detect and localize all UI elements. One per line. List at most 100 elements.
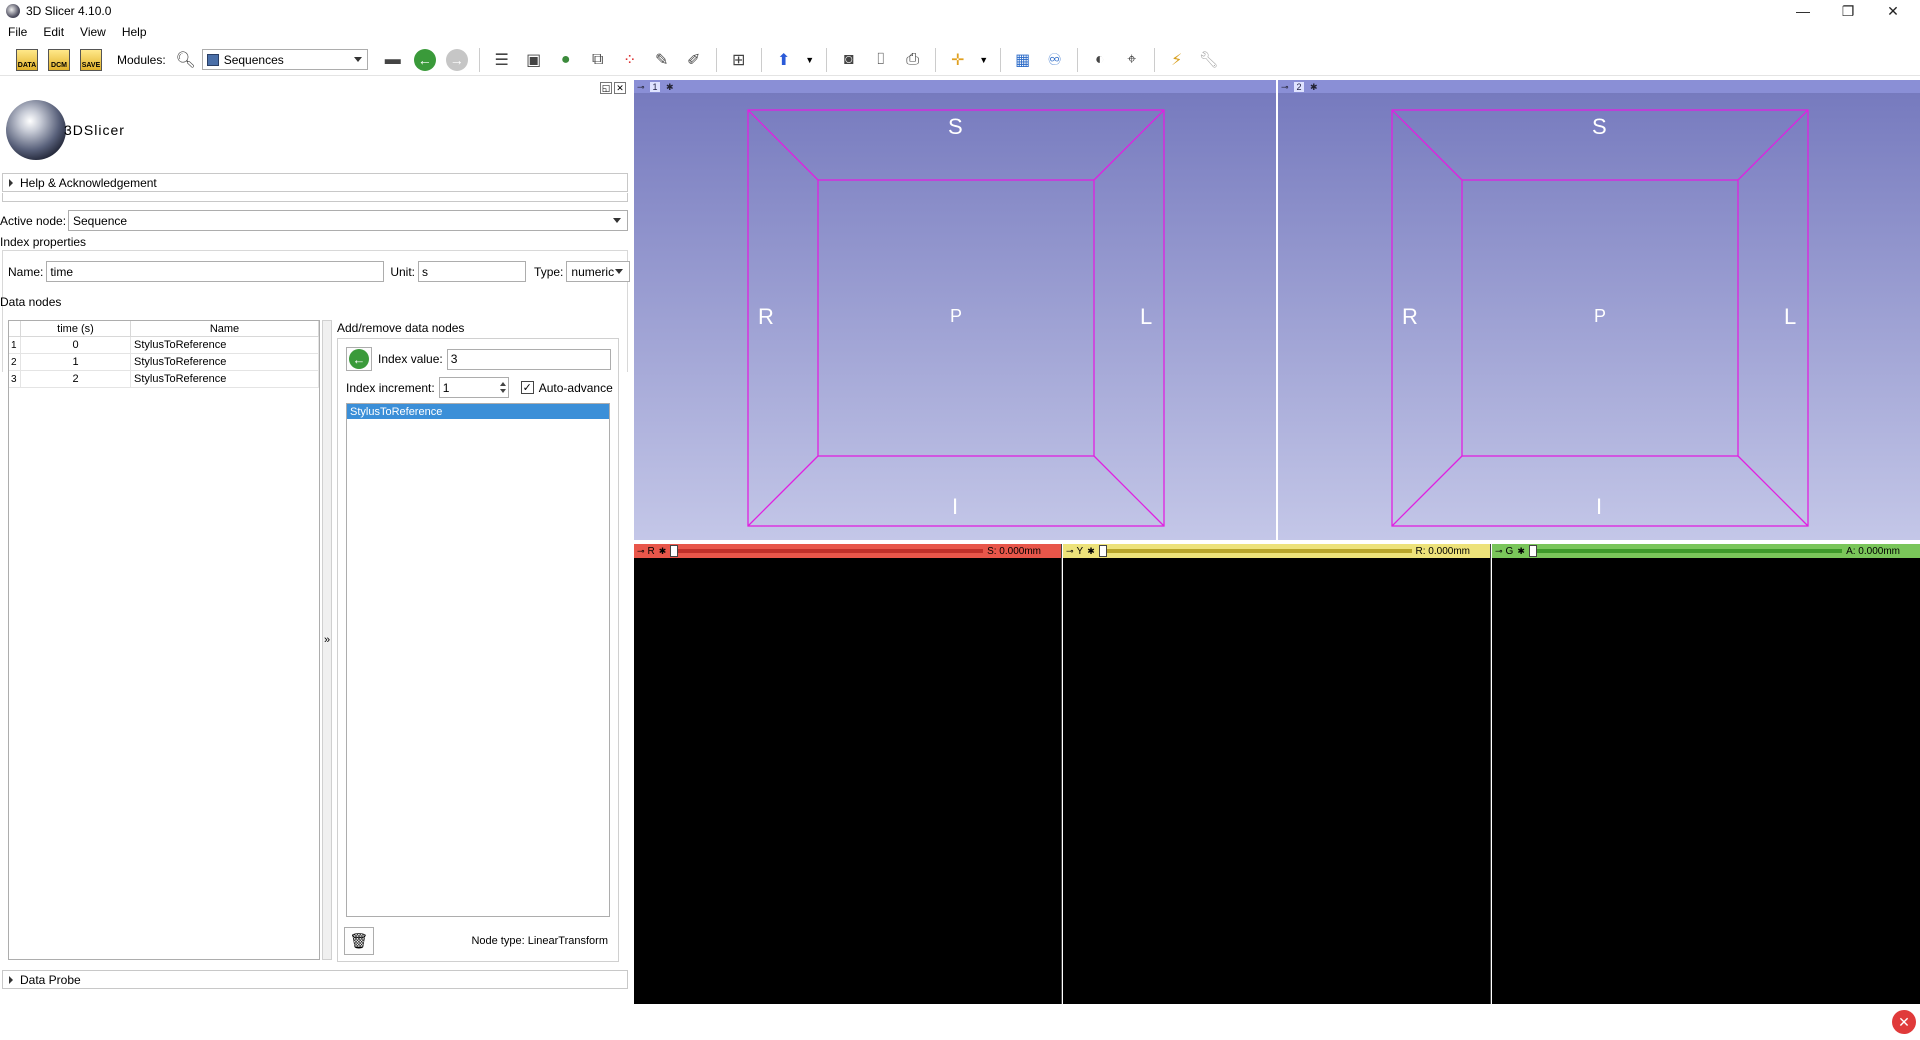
data-icon: DATA (16, 48, 38, 71)
3d-view-2[interactable]: ⊸ 2 ✱ S I R L P (1278, 80, 1920, 540)
axis-label-left: R (1402, 304, 1418, 329)
extension-icon: ▦ (1015, 51, 1031, 69)
slice-name: Y (1076, 545, 1084, 557)
logo-text: 3DSlicer (64, 122, 125, 138)
green-slice-view[interactable]: ⊸ G ✱ A: 0.000mm (1492, 544, 1920, 1004)
table-row[interactable]: 3 2 StylusToReference (9, 371, 319, 388)
link-icon[interactable]: ✱ (1517, 546, 1525, 557)
list-item[interactable]: StylusToReference (347, 404, 609, 419)
crosshair-button[interactable]: ✛ (945, 47, 971, 73)
slice-offset-slider[interactable] (1528, 545, 1843, 557)
auto-advance-checkbox[interactable]: ✓ (520, 381, 534, 394)
candidate-nodes-list[interactable]: StylusToReference (346, 403, 610, 917)
slice-offset-slider[interactable] (1098, 545, 1412, 557)
link-icon[interactable]: ✱ (1087, 546, 1095, 557)
help-acknowledgement-section[interactable]: Help & Acknowledgement (2, 173, 628, 192)
close-panel-icon[interactable]: ✕ (614, 82, 626, 94)
load-data-button[interactable]: DATA (14, 47, 40, 73)
editor-icon: ✐ (687, 51, 701, 69)
pin-icon[interactable]: ⊸ (1066, 546, 1074, 557)
unit-label: Unit: (390, 264, 416, 279)
mouse-mode-menu-button[interactable]: ▼ (803, 47, 817, 73)
extension-manager-button[interactable]: ▦ (1010, 47, 1036, 73)
box-edge (1093, 455, 1165, 527)
close-window-button[interactable]: ✕ (1870, 0, 1916, 22)
expand-panel-icon: » (323, 634, 331, 646)
column-header-time[interactable]: time (s) (21, 321, 131, 336)
slice-offset-slider[interactable] (670, 545, 984, 557)
section-divider (2, 193, 628, 202)
module-search-button[interactable]: 🔍︎ (173, 47, 199, 73)
arrow-right-icon: → (445, 48, 468, 71)
data-nodes-table[interactable]: time (s) Name 1 0 StylusToReference 2 1 … (8, 320, 320, 960)
screenshot-button[interactable]: ◙ (836, 47, 862, 73)
slice-name: G (1505, 545, 1514, 557)
python-console-button[interactable]: ♾ (1042, 47, 1068, 73)
red-slice-controller: ⊸ R ✱ S: 0.000mm (634, 544, 1061, 558)
minimize-button[interactable]: — (1780, 0, 1826, 22)
module-history-button[interactable]: ▬ (380, 47, 406, 73)
name-label: Name: (8, 264, 44, 279)
table-row[interactable]: 1 0 StylusToReference (9, 337, 319, 354)
panel-splitter[interactable]: » (322, 320, 332, 960)
menu-view[interactable]: View (72, 25, 114, 39)
pivot-calibration-button[interactable]: ⌖ (1119, 47, 1145, 73)
link-icon[interactable]: ✱ (659, 546, 667, 557)
pin-icon[interactable]: ⊸ (1495, 546, 1503, 557)
red-slice-view[interactable]: ⊸ R ✱ S: 0.000mm (634, 544, 1062, 1004)
yellow-slice-view[interactable]: ⊸ Y ✱ R: 0.000mm (1063, 544, 1491, 1004)
yellow-slice-controller: ⊸ Y ✱ R: 0.000mm (1063, 544, 1490, 558)
crosshair-toggle-button[interactable]: ⬆ (771, 47, 797, 73)
error-log-icon[interactable]: ✕ (1892, 1010, 1916, 1034)
axis-label-center: P (950, 306, 963, 326)
slider-handle[interactable] (670, 545, 679, 557)
save-button[interactable]: SAVE (78, 47, 104, 73)
spin-up-icon[interactable] (499, 382, 506, 386)
editor-button[interactable]: ✐ (681, 47, 707, 73)
crosshair-menu-button[interactable]: ▼ (977, 47, 991, 73)
igt-connector-button[interactable]: ◐ (1087, 47, 1113, 73)
slicer-logo (6, 100, 66, 160)
column-header-name[interactable]: Name (131, 321, 319, 336)
scene-view-button[interactable]: ⌷ (868, 47, 894, 73)
module-selector[interactable]: Sequences (201, 49, 368, 70)
3d-view-1[interactable]: ⊸ 1 ✱ S I R L P (634, 80, 1276, 540)
table-row[interactable]: 2 1 StylusToReference (9, 354, 319, 371)
undock-icon[interactable]: ◱ (600, 82, 612, 94)
menu-file[interactable]: File (0, 25, 35, 39)
remove-data-node-button[interactable]: 🗑︎ (344, 927, 374, 955)
row-number: 1 (9, 337, 21, 353)
slider-handle[interactable] (1528, 545, 1537, 557)
fiducial-registration-button[interactable]: ⚡ (1164, 47, 1190, 73)
forward-module-button[interactable]: → (444, 47, 470, 73)
index-increment-spinbox[interactable]: 1 (438, 377, 509, 398)
transforms-module-button[interactable]: ⧉ (585, 47, 611, 73)
spin-down-icon[interactable] (499, 389, 506, 393)
volumes-module-button[interactable]: ▣ (521, 47, 547, 73)
menu-help[interactable]: Help (114, 25, 155, 39)
tools-button[interactable]: 🔧︎ (1196, 47, 1222, 73)
index-type-selector[interactable]: numeric (566, 261, 631, 282)
row-number: 2 (9, 354, 21, 370)
back-module-button[interactable]: ← (412, 47, 438, 73)
chevron-down-icon: ▼ (979, 54, 989, 65)
segment-editor-button[interactable]: ✎ (649, 47, 675, 73)
slicer-app-icon (6, 4, 20, 18)
menu-edit[interactable]: Edit (35, 25, 72, 39)
scene-restore-icon: ⎙ (906, 50, 920, 68)
index-unit-field[interactable]: s (418, 261, 527, 282)
models-module-button[interactable]: ● (553, 47, 579, 73)
restore-scene-view-button[interactable]: ⎙ (900, 47, 926, 73)
index-value-field[interactable]: 3 (446, 348, 611, 370)
pin-icon[interactable]: ⊸ (637, 546, 645, 557)
restore-button[interactable]: ❐ (1825, 0, 1871, 22)
dicom-button[interactable]: DCM (46, 47, 72, 73)
layout-button[interactable]: ⊞ (726, 47, 752, 73)
data-probe-section[interactable]: Data Probe (2, 970, 628, 989)
data-module-button[interactable]: ☰ (489, 47, 515, 73)
slider-handle[interactable] (1098, 545, 1107, 557)
active-node-selector[interactable]: Sequence (68, 210, 628, 231)
index-name-field[interactable]: time (46, 261, 385, 282)
markups-module-button[interactable]: ⁘ (617, 47, 643, 73)
add-data-node-button[interactable]: ← (346, 347, 372, 371)
